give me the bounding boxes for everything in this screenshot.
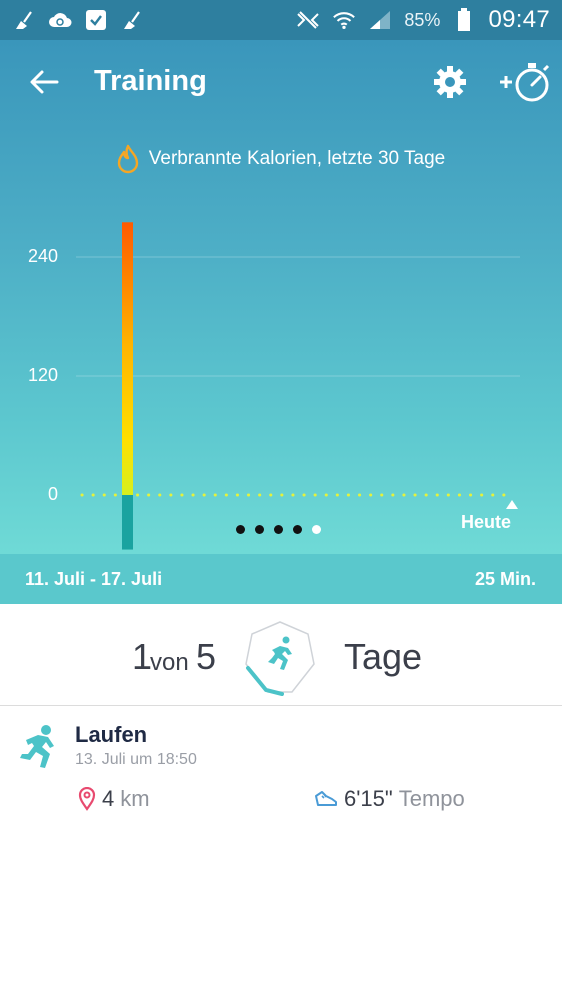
page-dot[interactable] (255, 525, 264, 534)
running-icon (20, 725, 54, 768)
y-tick-120: 120 (28, 365, 58, 385)
distance-value: 4 (102, 786, 115, 811)
system-icons: 85% 09:47 (296, 6, 550, 34)
notification-icons (12, 8, 144, 32)
checkbox-icon (84, 8, 108, 32)
page-dot-active[interactable] (312, 525, 321, 534)
chart-panel[interactable]: Training Verbrannte Kalorien, letzte 30 … (0, 40, 562, 554)
distance-stat: 4 km (78, 786, 150, 812)
today-label: Heute (461, 512, 511, 532)
calorie-bar[interactable] (122, 222, 133, 495)
page-dot[interactable] (293, 525, 302, 534)
calorie-bar-base (122, 495, 133, 550)
y-tick-0: 0 (48, 484, 58, 504)
pace-unit: Tempo (398, 786, 465, 811)
goal-of-label: von (150, 649, 189, 676)
page-indicator[interactable] (236, 525, 321, 534)
date-range: 11. Juli - 17. Juli (25, 568, 163, 589)
signal-icon (368, 8, 392, 32)
pace-stat: 6'15" Tempo (314, 786, 465, 812)
distance-unit: km (120, 786, 150, 811)
goal-unit: Tage (344, 636, 423, 677)
goal-progress: 1 von 5 Tage (0, 604, 562, 706)
calories-chart: 240 120 0 Heute (28, 222, 520, 550)
clock: 09:47 (488, 6, 550, 33)
shoe-icon (315, 791, 337, 806)
pace-value: 6'15" (344, 786, 393, 811)
today-marker (506, 500, 518, 509)
activity-date: 13. Juli um 18:50 (75, 751, 197, 768)
week-summary: 11. Juli - 17. Juli 25 Min. (0, 554, 562, 604)
status-bar: 85% 09:47 (0, 0, 562, 40)
battery-percent: 85% (404, 9, 441, 30)
cloud-sync-icon (48, 8, 72, 32)
page-dot[interactable] (274, 525, 283, 534)
y-tick-240: 240 (28, 246, 58, 266)
activity-list-item[interactable]: Laufen 13. Juli um 18:50 4 km 6'15" Temp… (0, 706, 562, 826)
nfc-mute-icon (296, 8, 320, 32)
goal-total: 5 (196, 636, 217, 677)
goal-badge-icon (245, 621, 315, 696)
broom-icon (12, 8, 36, 32)
total-duration: 25 Min. (474, 568, 536, 589)
battery-icon (452, 8, 476, 32)
activity-name: Laufen (75, 722, 148, 747)
broom-icon (120, 8, 144, 32)
wifi-icon (332, 8, 356, 32)
location-pin-icon (78, 787, 96, 811)
page-dot[interactable] (236, 525, 245, 534)
